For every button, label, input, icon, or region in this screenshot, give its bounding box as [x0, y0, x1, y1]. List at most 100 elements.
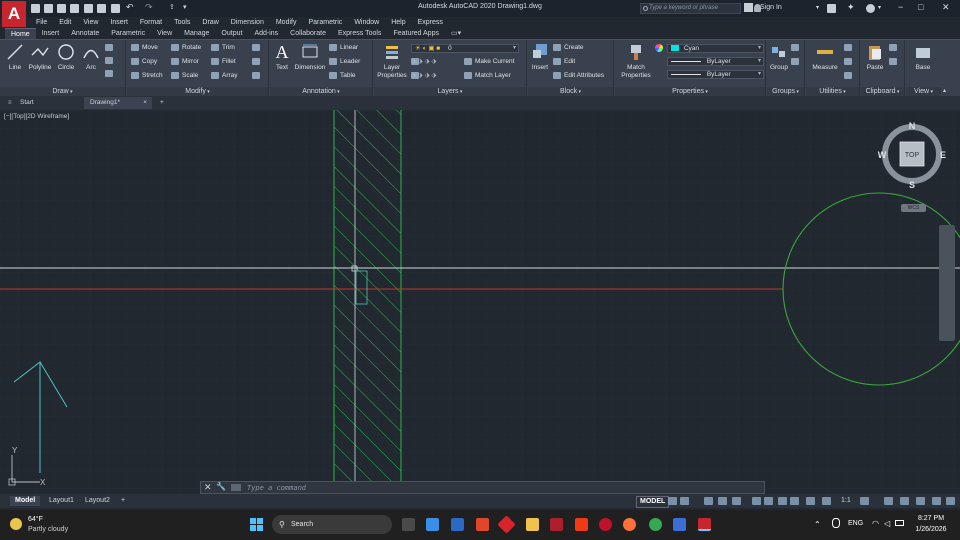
add-layout-button[interactable]: +	[116, 496, 130, 506]
edit-block-button[interactable]: Edit	[553, 57, 575, 66]
weather-icon[interactable]	[10, 518, 22, 530]
tab-express-tools[interactable]: Express Tools	[332, 28, 387, 39]
store-icon[interactable]	[476, 518, 489, 531]
minimize-icon[interactable]: −	[898, 2, 903, 12]
file-explorer-icon[interactable]	[526, 518, 539, 531]
layer-tools-row-2-icons[interactable]: ⬗ ⬗ ⬗ ⬗	[411, 71, 436, 80]
line-button[interactable]: Line	[4, 43, 26, 72]
sign-in-dropdown-icon[interactable]: ▾	[816, 4, 825, 13]
tab-view[interactable]: View	[151, 28, 178, 39]
search-input[interactable]: Type a keyword or phrase	[640, 3, 741, 14]
wifi-icon[interactable]: ◠	[872, 519, 879, 528]
osnap-icon[interactable]	[764, 497, 773, 505]
fillet-button[interactable]: Fillet	[211, 57, 236, 66]
viewcube[interactable]: TOP N S E W	[876, 121, 948, 212]
weather-description[interactable]: Partly cloudy	[28, 526, 68, 533]
annotation-scale-icon[interactable]	[822, 497, 831, 505]
mirror-button[interactable]: Mirror	[171, 57, 199, 66]
scale-button[interactable]: Scale	[171, 71, 198, 80]
ribbon-expand-icon[interactable]: ▴	[943, 87, 946, 94]
menu-edit[interactable]: Edit	[53, 17, 77, 28]
array-button[interactable]: Array	[211, 71, 238, 80]
menu-format[interactable]: Format	[134, 17, 168, 28]
annotation-monitor-icon[interactable]	[884, 497, 893, 505]
copy-button[interactable]: Copy	[131, 57, 157, 66]
language-indicator[interactable]: ENG	[848, 520, 863, 527]
compass-south[interactable]: S	[909, 180, 915, 190]
app-blue-icon[interactable]	[673, 518, 686, 531]
tab-manage[interactable]: Manage	[178, 28, 215, 39]
menu-insert[interactable]: Insert	[104, 17, 134, 28]
circle-button[interactable]: Circle	[55, 43, 77, 72]
app-red-icon[interactable]	[497, 515, 516, 534]
match-properties-button[interactable]: Match Properties	[618, 43, 654, 80]
ribbon-options-icon[interactable]: ▭▾	[445, 28, 467, 39]
new-tab-button[interactable]: +	[154, 97, 170, 109]
taskbar-search[interactable]: ⚲ Search	[272, 515, 392, 534]
copilot-icon[interactable]	[426, 518, 439, 531]
fullscreen-icon[interactable]	[932, 497, 941, 505]
search-icon[interactable]	[744, 3, 753, 12]
layer-properties-button[interactable]: Layer Properties	[375, 43, 409, 80]
compass-east[interactable]: E	[940, 150, 946, 160]
osnap-tracking-icon[interactable]	[752, 497, 761, 505]
menu-draw[interactable]: Draw	[196, 17, 224, 28]
tab-collaborate[interactable]: Collaborate	[284, 28, 332, 39]
windows-start-icon[interactable]	[250, 518, 263, 531]
autocad-taskbar-icon[interactable]	[698, 518, 711, 531]
command-close-icon[interactable]: ✕	[204, 482, 212, 493]
isolate-objects-icon[interactable]	[916, 497, 925, 505]
command-customize-icon[interactable]: 🔧	[216, 482, 226, 491]
insert-block-button[interactable]: Insert	[529, 43, 551, 72]
units-icon[interactable]	[900, 497, 909, 505]
tab-layout1[interactable]: Layout1	[44, 496, 79, 506]
help-dropdown-icon[interactable]: ▾	[878, 4, 887, 13]
youtube-icon[interactable]	[575, 518, 588, 531]
help-icon[interactable]	[866, 4, 875, 13]
exchange-apps-icon[interactable]	[827, 4, 836, 13]
tab-parametric[interactable]: Parametric	[105, 28, 151, 39]
compass-north[interactable]: N	[909, 121, 916, 131]
autodesk-a360-icon[interactable]: ✦	[847, 2, 856, 12]
tab-insert[interactable]: Insert	[36, 28, 66, 39]
polyline-button[interactable]: Polyline	[27, 43, 53, 72]
task-view-icon[interactable]	[402, 518, 415, 531]
microphone-icon[interactable]	[832, 518, 840, 528]
workspace-gear-icon[interactable]	[860, 497, 869, 505]
menu-help[interactable]: Help	[385, 17, 411, 28]
tab-drawing1[interactable]: Drawing1* ×	[84, 97, 152, 109]
command-history-icon[interactable]	[231, 484, 241, 491]
tab-close-icon[interactable]: ×	[143, 97, 147, 109]
weather-temperature[interactable]: 64°F	[28, 516, 43, 523]
menu-tools[interactable]: Tools	[168, 17, 196, 28]
ortho-toggle-icon[interactable]	[704, 497, 713, 505]
leader-button[interactable]: Leader	[329, 57, 360, 66]
match-layer-button[interactable]: Match Layer	[464, 71, 511, 80]
group-button[interactable]: Group	[768, 43, 790, 72]
hatch-region[interactable]	[334, 110, 401, 493]
edge-icon[interactable]	[451, 518, 464, 531]
color-wheel-icon[interactable]	[655, 44, 663, 52]
arc-button[interactable]: Arc	[80, 43, 102, 72]
tab-layout2[interactable]: Layout2	[80, 496, 115, 506]
tab-model[interactable]: Model	[10, 496, 41, 506]
close-icon[interactable]: ✕	[942, 2, 950, 13]
transparency-icon[interactable]	[790, 497, 799, 505]
mcafee-icon[interactable]	[550, 518, 563, 531]
viewport-controls[interactable]: [−][Top][2D Wireframe]	[4, 113, 69, 120]
create-block-button[interactable]: Create	[553, 43, 584, 52]
chrome-icon[interactable]	[649, 518, 662, 531]
sign-in-button[interactable]: Sign In	[760, 4, 782, 11]
trim-button[interactable]: Trim	[211, 43, 235, 52]
clock-time[interactable]: 8:27 PM	[906, 515, 956, 522]
menu-dimension[interactable]: Dimension	[225, 17, 270, 28]
wcs-menu-button[interactable]: WCS	[901, 204, 926, 212]
menu-parametric[interactable]: Parametric	[302, 17, 348, 28]
linetype-dropdown[interactable]: ByLayer	[667, 70, 764, 79]
edit-attributes-button[interactable]: Edit Attributes	[553, 71, 604, 80]
maximize-icon[interactable]: □	[918, 2, 923, 12]
dimension-button[interactable]: Dimension	[294, 43, 326, 72]
polar-toggle-icon[interactable]	[718, 497, 727, 505]
command-line[interactable]: ✕ 🔧 Type a command	[200, 481, 765, 494]
annotation-scale-value[interactable]: 1:1	[836, 496, 856, 506]
